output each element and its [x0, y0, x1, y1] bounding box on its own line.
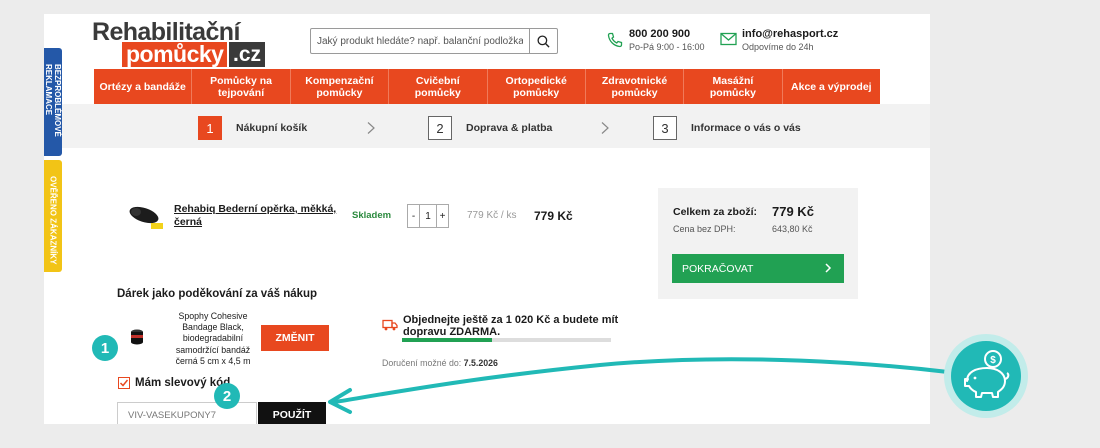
step-badge-1: 1 — [92, 335, 118, 361]
svg-text:$: $ — [990, 355, 996, 366]
piggy-bank-icon: $ — [964, 350, 1010, 398]
piggy-bank-badge: $ — [944, 334, 1028, 418]
piggy-bank-circle: $ — [951, 341, 1021, 411]
annotation-arrow — [328, 357, 950, 414]
screenshot-stage: Rehabilitační pomůcky .cz 800 200 900 Po… — [0, 0, 1100, 448]
step-badge-2: 2 — [214, 383, 240, 409]
